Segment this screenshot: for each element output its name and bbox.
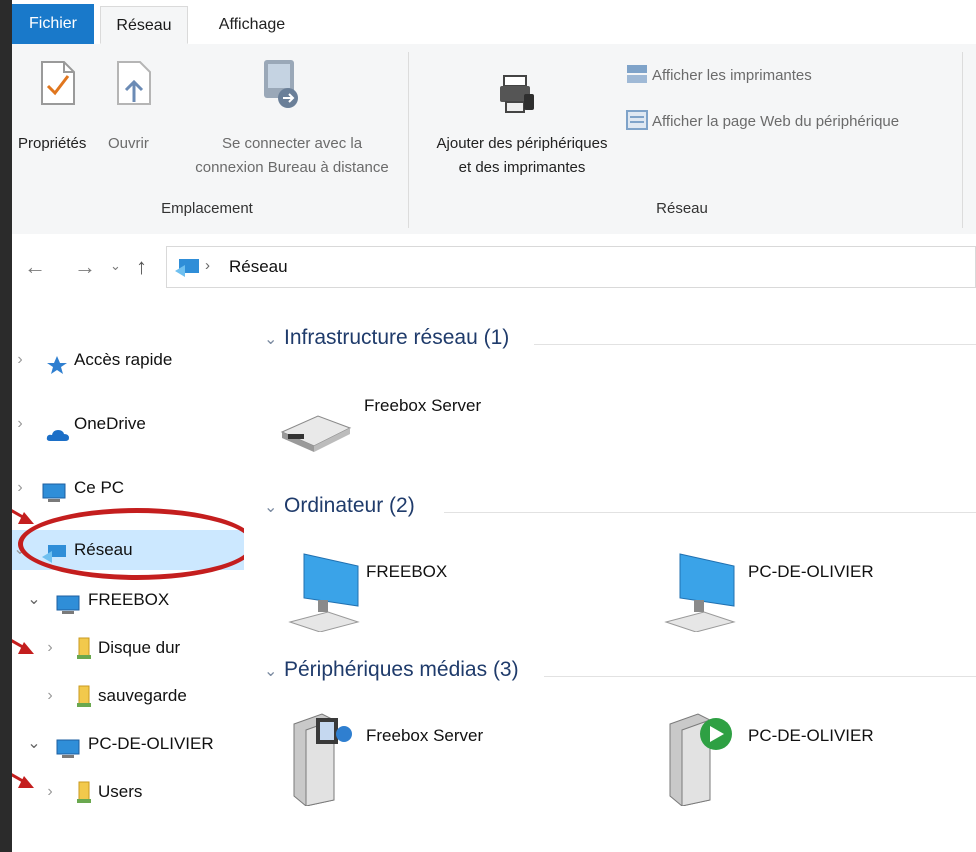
ribbon-separator (408, 52, 409, 228)
chevron-down-icon[interactable]: ⌄ (264, 497, 284, 517)
media-device-item[interactable]: Freebox Server (288, 710, 548, 810)
ribbon-tabs: Fichier Réseau Affichage (12, 0, 976, 45)
show-printers-button[interactable]: Afficher les imprimantes (652, 64, 812, 88)
annotation-ellipse (18, 508, 256, 580)
group-divider (444, 512, 976, 513)
ribbon-separator-2 (962, 52, 963, 228)
nav-item-quick-access[interactable]: › Accès rapide (12, 340, 244, 380)
computer-icon (56, 590, 80, 630)
computer-icon (42, 478, 66, 518)
explorer-window: Fichier Réseau Affichage Propriétés Ouvr… (12, 0, 976, 852)
computer-item[interactable]: PC-DE-OLIVIER (664, 552, 964, 642)
nav-label: Users (98, 782, 143, 801)
add-devices-label-2: et des imprimantes (458, 159, 586, 176)
nav-item-users[interactable]: › Users (12, 772, 244, 812)
share-folder-icon (76, 636, 92, 676)
media-device-item[interactable]: PC-DE-OLIVIER (664, 710, 964, 810)
chevron-right-icon[interactable]: › (42, 676, 58, 716)
share-folder-icon (76, 780, 92, 820)
up-arrow-icon[interactable]: ↑ (136, 254, 147, 280)
group-header-infrastructure[interactable]: ⌄ Infrastructure réseau (1) (264, 326, 509, 360)
device-name: Freebox Server (366, 726, 484, 745)
address-bar-row: ← → ⌄ ↑ › Réseau (12, 234, 976, 302)
cloud-icon (46, 417, 70, 457)
group-divider (534, 344, 976, 345)
webpage-icon (626, 110, 648, 135)
annotation-arrow-icon (12, 773, 34, 788)
recent-locations-chevron-icon[interactable]: ⌄ (110, 258, 121, 274)
remote-desktop-label-2: connexion Bureau à distance (195, 159, 389, 176)
group-header-computer[interactable]: ⌄ Ordinateur (2) (264, 494, 415, 528)
star-icon (46, 350, 68, 390)
forward-arrow-icon[interactable]: → (74, 254, 96, 280)
printers-icon (626, 64, 648, 89)
media-player-icon (664, 710, 740, 811)
tab-view[interactable]: Affichage (202, 6, 302, 44)
remote-desktop-icon (258, 58, 304, 119)
add-devices-button[interactable]: Ajouter des périphériques et des imprima… (416, 132, 628, 180)
nav-item-backup[interactable]: › sauvegarde (12, 676, 244, 716)
device-name: PC-DE-OLIVIER (748, 726, 874, 745)
desktop-computer-icon (664, 552, 736, 637)
tab-file[interactable]: Fichier (12, 4, 94, 44)
tab-network[interactable]: Réseau (100, 6, 188, 44)
nav-label: Ce PC (74, 478, 125, 497)
ribbon: Propriétés Ouvrir Se connecter avec la c… (12, 44, 976, 235)
nav-label: PC-DE-OLIVIER (88, 734, 214, 753)
group-divider (544, 676, 976, 677)
annotation-arrow-icon (12, 509, 34, 524)
breadcrumb-separator-icon: › (205, 257, 210, 274)
properties-button[interactable]: Propriétés (18, 132, 86, 156)
device-item[interactable]: Freebox Server (272, 388, 532, 468)
breadcrumb-network[interactable]: Réseau (229, 257, 288, 277)
router-icon (278, 406, 354, 457)
device-name: FREEBOX (366, 562, 448, 581)
add-devices-label-1: Ajouter des périphériques (436, 135, 608, 152)
chevron-right-icon[interactable]: › (12, 340, 28, 380)
annotation-arrow-icon (12, 639, 34, 654)
nav-item-this-pc[interactable]: › Ce PC (12, 468, 244, 508)
nav-item-pc-olivier[interactable]: ⌄ PC-DE-OLIVIER (12, 724, 244, 764)
share-folder-icon (76, 684, 92, 724)
nav-label: Disque dur (98, 638, 181, 657)
group-header-media[interactable]: ⌄ Périphériques médias (3) (264, 658, 519, 692)
add-devices-icon (496, 74, 538, 121)
nav-item-freebox[interactable]: ⌄ FREEBOX (12, 580, 244, 620)
nav-item-onedrive[interactable]: › OneDrive (12, 404, 244, 444)
group-title: Infrastructure réseau (1) (284, 326, 510, 349)
nav-item-hard-disk[interactable]: › Disque dur (12, 628, 244, 668)
back-arrow-icon[interactable]: ← (24, 254, 46, 280)
content-pane: ⌄ Infrastructure réseau (1) Freebox Serve… (244, 302, 976, 852)
chevron-right-icon[interactable]: › (42, 628, 58, 668)
chevron-right-icon[interactable]: › (12, 404, 28, 444)
open-icon (116, 60, 152, 111)
nav-label: Accès rapide (74, 350, 173, 369)
group-label-location: Emplacement (161, 200, 253, 217)
chevron-down-icon[interactable]: ⌄ (264, 329, 284, 349)
nav-label: OneDrive (74, 414, 146, 433)
desktop-computer-icon (288, 552, 360, 637)
chevron-right-icon[interactable]: › (42, 772, 58, 812)
group-title: Ordinateur (2) (284, 494, 415, 517)
open-button[interactable]: Ouvrir (108, 132, 149, 156)
group-label-network: Réseau (656, 200, 708, 217)
remote-desktop-button[interactable]: Se connecter avec la connexion Bureau à … (192, 132, 392, 180)
group-title: Périphériques médias (3) (284, 658, 519, 681)
chevron-down-icon[interactable]: ⌄ (26, 580, 42, 620)
chevron-down-icon[interactable]: ⌄ (26, 724, 42, 764)
nav-label: FREEBOX (88, 590, 170, 609)
computer-icon (56, 734, 80, 774)
chevron-down-icon[interactable]: ⌄ (264, 661, 284, 681)
show-webpage-button[interactable]: Afficher la page Web du périphérique (652, 110, 899, 134)
network-icon (173, 255, 201, 284)
media-server-icon (288, 710, 364, 811)
computer-item[interactable]: FREEBOX (288, 552, 488, 642)
remote-desktop-label-1: Se connecter avec la (221, 135, 363, 152)
nav-label: sauvegarde (98, 686, 187, 705)
device-name: PC-DE-OLIVIER (748, 562, 874, 581)
address-field[interactable]: › Réseau (166, 246, 976, 288)
device-name: Freebox Server (364, 396, 482, 415)
properties-icon (40, 60, 76, 111)
